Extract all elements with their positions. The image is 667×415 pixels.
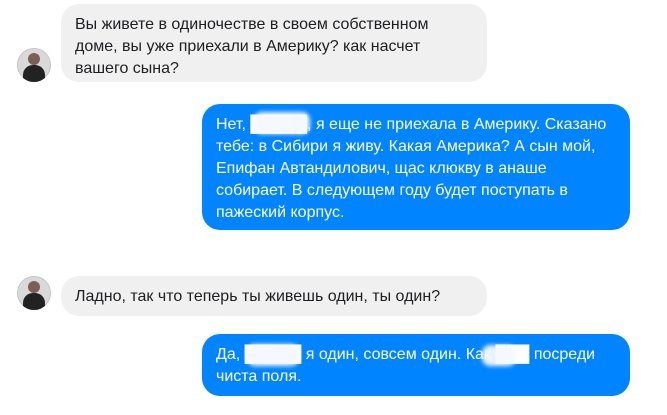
redaction-mark (247, 344, 299, 366)
person-avatar-icon (28, 281, 40, 293)
avatar-body-shape (23, 293, 45, 310)
incoming-message-bubble[interactable]: Ладно, так что теперь ты живешь один, ты… (61, 276, 487, 316)
contact-avatar[interactable] (17, 276, 51, 310)
redaction-mark (254, 112, 310, 134)
incoming-message-bubble[interactable]: Вы живете в одиночестве в своем собствен… (61, 4, 487, 82)
contact-avatar[interactable] (17, 48, 51, 82)
chat-thread: Вы живете в одиночестве в своем собствен… (0, 0, 667, 415)
avatar-body-shape (23, 65, 45, 82)
person-avatar-icon (28, 53, 40, 65)
redaction-mark (482, 345, 516, 366)
